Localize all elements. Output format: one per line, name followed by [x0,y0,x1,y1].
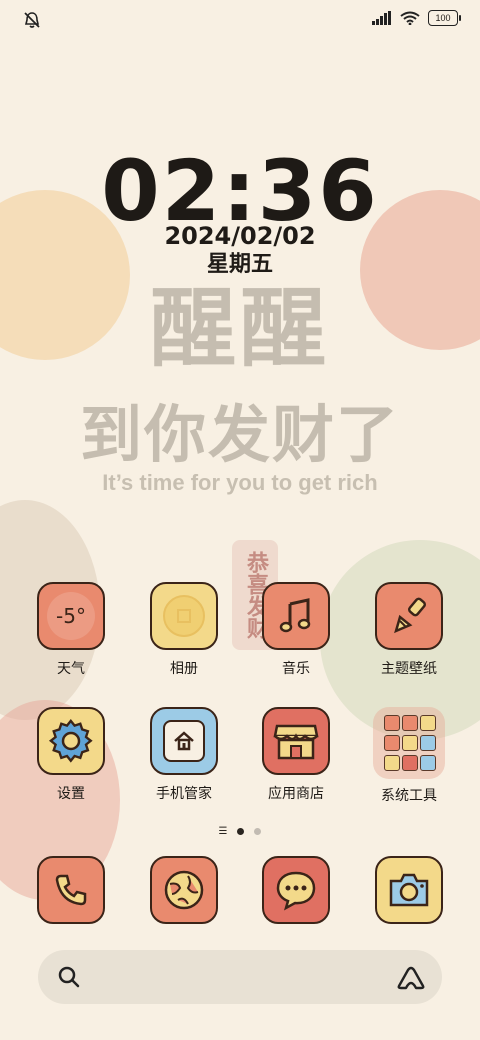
gear-icon [37,707,105,775]
dock-browser[interactable] [134,856,234,924]
page-dot-active[interactable] [237,828,245,835]
folder-mini-app-icon [402,715,418,731]
camera-icon [375,856,443,924]
app-store[interactable]: 应用商店 [246,707,346,803]
app-drawer-icon[interactable]: ☰ [219,826,228,837]
assistant-icon[interactable] [396,964,426,994]
page-dot[interactable] [254,828,262,835]
app-music[interactable]: 音乐 [246,582,346,678]
status-bar: 100 [0,0,480,40]
folder-mini-app-icon [420,735,436,751]
folder-mini-app-icon [384,735,400,751]
app-phone-manager[interactable]: 手机管家 [134,707,234,803]
browser-globe-icon [150,856,218,924]
folder-mini-app-icon [402,735,418,751]
app-gallery[interactable]: 相册 [134,582,234,678]
folder-mini-app-icon [420,715,436,731]
app-themes[interactable]: 主题壁纸 [359,582,459,678]
weather-icon: -5° [37,582,105,650]
dock-messages[interactable] [246,856,346,924]
app-label: 音乐 [282,661,310,677]
music-note-icon [262,582,330,650]
wallpaper-slogan-english: It’s time for you to get rich [102,470,378,495]
app-label: 天气 [57,661,85,677]
search-bar[interactable] [38,950,442,1004]
app-weather[interactable]: -5° 天气 [21,582,121,678]
home-security-icon [150,707,218,775]
battery-indicator: 100 [428,10,461,26]
folder-mini-app-icon [402,755,418,771]
clock-date: 2024/02/02 [164,222,316,250]
signal-icon [372,11,391,25]
app-label: 相册 [170,661,198,677]
app-folder-system-tools[interactable]: 系统工具 [359,707,459,805]
app-label: 应用商店 [268,786,324,802]
wallpaper-slogan-subtitle: 到你发财了 [79,398,400,471]
mute-icon [22,10,42,34]
app-label: 手机管家 [156,786,212,802]
folder-mini-app-icon [384,715,400,731]
messages-icon [262,856,330,924]
paintbrush-icon [375,582,443,650]
app-settings[interactable]: 设置 [21,707,121,803]
store-icon [262,707,330,775]
gallery-icon [150,582,218,650]
page-indicator[interactable]: ☰ [0,826,480,837]
app-label: 主题壁纸 [381,661,437,677]
phone-icon [37,856,105,924]
app-label: 设置 [57,786,85,802]
dock-phone[interactable] [21,856,121,924]
folder-icon [373,707,445,779]
wallpaper-slogan-title: 醒醒 [150,279,330,379]
folder-mini-app-icon [384,755,400,771]
folder-mini-app-icon [420,755,436,771]
dock-camera[interactable] [359,856,459,924]
search-icon[interactable] [56,964,82,994]
app-label: 系统工具 [381,788,437,804]
wifi-icon [400,11,420,25]
